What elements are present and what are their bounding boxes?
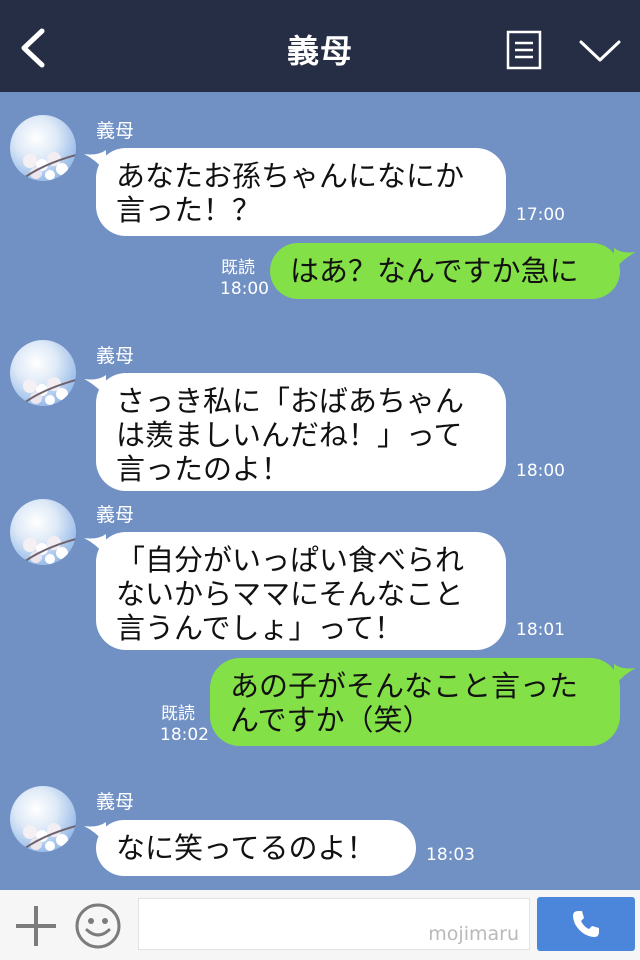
avatar[interactable]	[10, 115, 76, 181]
sender-name: 義母	[96, 120, 135, 142]
message-time: 18:02	[160, 725, 209, 745]
notes-icon[interactable]	[506, 30, 542, 70]
bubble-tail	[614, 248, 636, 270]
sender-name: 義母	[96, 345, 135, 367]
message-time: 18:00	[220, 279, 269, 299]
chevron-down-icon[interactable]	[578, 36, 622, 66]
message-time: 18:03	[426, 845, 475, 865]
avatar[interactable]	[10, 499, 76, 565]
avatar[interactable]	[10, 340, 76, 406]
message-bubble: あの子がそんなこと言ったんですか（笑）	[210, 658, 620, 746]
chat-title: 義母	[286, 32, 353, 70]
watermark: mojimaru	[428, 923, 519, 945]
cherry-blossom-icon	[19, 152, 76, 181]
message-bubble: さっき私に「おばあちゃんは羨ましいんだね！」って言ったのよ！	[96, 373, 506, 491]
read-receipt: 既読	[221, 258, 255, 278]
message-bubble: 「自分がいっぱい食べられないからママにそんなこと言うんでしょ」って！	[96, 532, 506, 650]
plus-icon[interactable]	[14, 904, 58, 948]
call-button[interactable]	[537, 897, 635, 951]
message-time: 18:00	[516, 461, 565, 481]
cherry-blossom-icon	[19, 377, 76, 406]
phone-icon	[573, 911, 599, 937]
sender-name: 義母	[96, 504, 135, 526]
read-receipt: 既読	[161, 704, 195, 724]
cherry-blossom-icon	[19, 536, 76, 565]
message-bubble: なに笑ってるのよ！	[96, 820, 416, 876]
message-bubble: あなたお孫ちゃんになにか言った！？	[96, 148, 506, 236]
avatar[interactable]	[10, 786, 76, 852]
message-input[interactable]: mojimaru	[138, 898, 530, 950]
cherry-blossom-icon	[19, 823, 76, 852]
sender-name: 義母	[96, 791, 135, 813]
message-time: 17:00	[516, 205, 565, 225]
message-time: 18:01	[516, 620, 565, 640]
message-bubble: はあ？なんですか急に	[270, 243, 620, 299]
chat-header: 義母	[0, 0, 640, 92]
smiley-icon[interactable]	[74, 902, 122, 950]
bubble-tail	[614, 664, 636, 686]
